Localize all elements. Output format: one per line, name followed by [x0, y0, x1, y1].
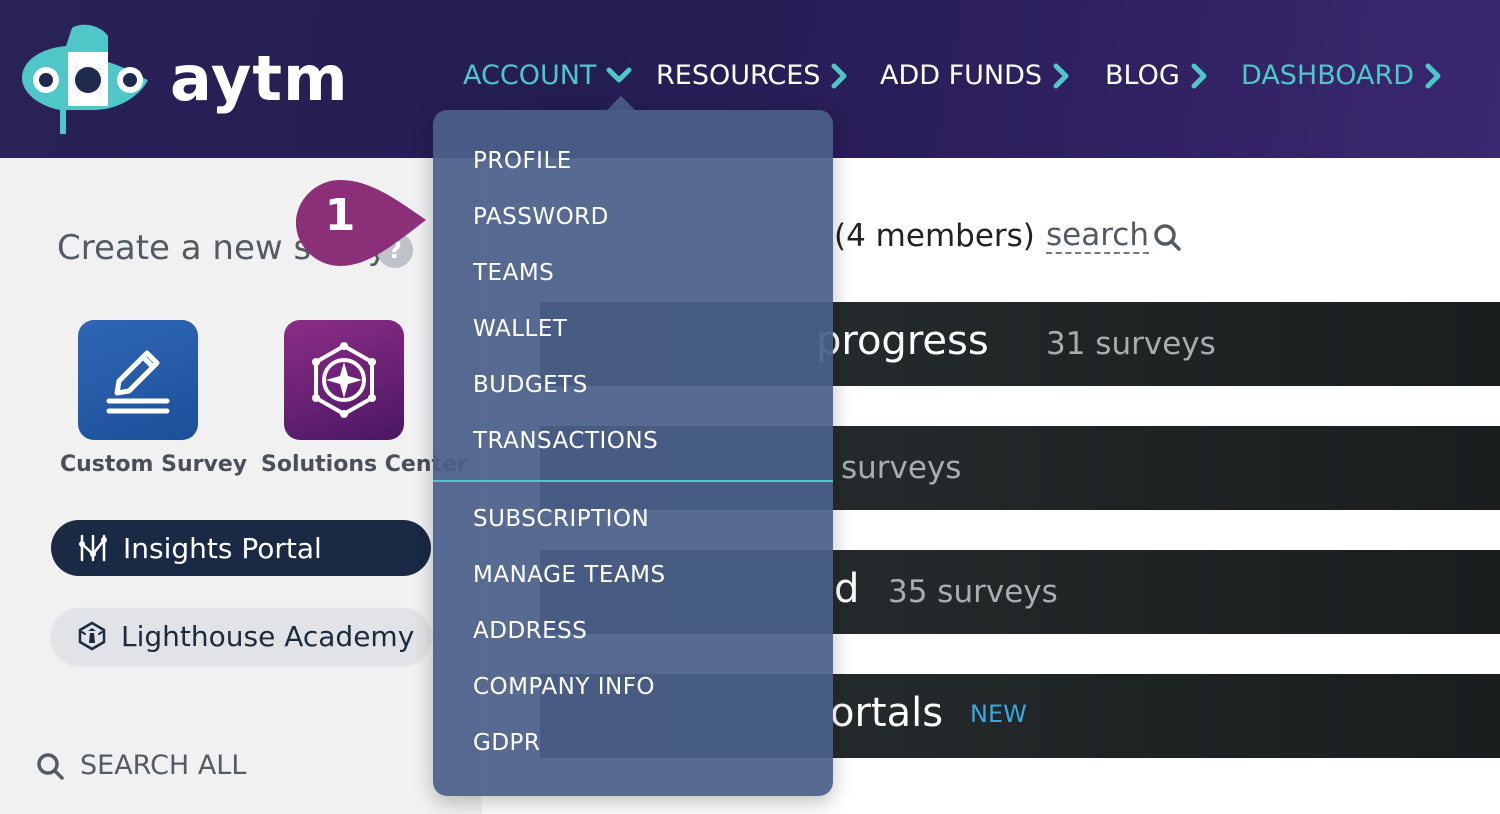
- custom-survey-tile[interactable]: [78, 320, 198, 440]
- lighthouse-academy-label: Lighthouse Academy: [121, 619, 415, 653]
- survey-group-title: ortals: [830, 690, 944, 736]
- nav-resources[interactable]: RESOURCES: [656, 60, 848, 91]
- survey-group-count: 35 surveys: [888, 574, 1058, 610]
- nav-resources-label: RESOURCES: [656, 60, 821, 91]
- menu-divider: [433, 480, 833, 482]
- insights-portal-icon: [79, 534, 107, 562]
- menu-item-gdpr[interactable]: GDPR: [473, 730, 540, 756]
- lighthouse-academy-button[interactable]: Lighthouse Academy: [51, 608, 431, 664]
- chevron-right-icon: [1425, 63, 1441, 88]
- chevron-right-icon: [1191, 63, 1207, 88]
- search-all-label: SEARCH ALL: [80, 750, 247, 781]
- menu-item-wallet[interactable]: WALLET: [473, 316, 567, 342]
- nav-account[interactable]: ACCOUNT: [463, 60, 632, 91]
- search-all-link[interactable]: SEARCH ALL: [36, 750, 246, 781]
- compass-star-icon: [312, 342, 376, 418]
- menu-item-manage-teams[interactable]: MANAGE TEAMS: [473, 562, 666, 588]
- nav-account-label: ACCOUNT: [463, 60, 597, 91]
- nav-blog[interactable]: BLOG: [1105, 60, 1208, 91]
- aytm-logo-icon[interactable]: [22, 22, 150, 134]
- team-members-count: (4 members): [834, 218, 1035, 254]
- menu-item-password[interactable]: PASSWORD: [473, 204, 609, 230]
- search-icon: [37, 752, 64, 780]
- insights-portal-label: Insights Portal: [123, 531, 322, 565]
- menu-item-teams[interactable]: TEAMS: [473, 260, 554, 286]
- nav-dashboard[interactable]: DASHBOARD: [1241, 60, 1442, 91]
- dropdown-caret: [606, 96, 636, 111]
- chevron-down-icon: [606, 67, 632, 82]
- menu-item-company-info[interactable]: COMPANY INFO: [473, 674, 655, 700]
- survey-group-title: progress: [816, 318, 989, 364]
- chevron-right-icon: [831, 63, 847, 88]
- nav-add-funds[interactable]: ADD FUNDS: [880, 60, 1070, 91]
- step-number: 1: [324, 190, 356, 241]
- new-badge: NEW: [970, 700, 1027, 728]
- menu-item-profile[interactable]: PROFILE: [473, 148, 572, 174]
- survey-group-count: 31 surveys: [1046, 326, 1216, 362]
- survey-group-count: surveys: [841, 450, 962, 486]
- nav-blog-label: BLOG: [1105, 60, 1180, 91]
- nav-add-funds-label: ADD FUNDS: [880, 60, 1043, 91]
- custom-survey-label[interactable]: Custom Survey: [60, 452, 247, 477]
- menu-item-address[interactable]: ADDRESS: [473, 618, 587, 644]
- menu-item-budgets[interactable]: BUDGETS: [473, 372, 588, 398]
- brand-name[interactable]: aytm: [170, 42, 349, 115]
- nav-dashboard-label: DASHBOARD: [1241, 60, 1415, 91]
- search-icon[interactable]: [1152, 222, 1182, 252]
- menu-item-subscription[interactable]: SUBSCRIPTION: [473, 506, 649, 532]
- lighthouse-icon: [78, 621, 106, 651]
- solutions-center-tile[interactable]: [284, 320, 404, 440]
- chevron-right-icon: [1053, 63, 1069, 88]
- survey-group-title: d: [834, 566, 860, 612]
- menu-item-transactions[interactable]: TRANSACTIONS: [473, 428, 658, 454]
- pencil-document-icon: [106, 350, 170, 414]
- insights-portal-button[interactable]: Insights Portal: [51, 520, 431, 576]
- team-search-link[interactable]: search: [1046, 218, 1149, 255]
